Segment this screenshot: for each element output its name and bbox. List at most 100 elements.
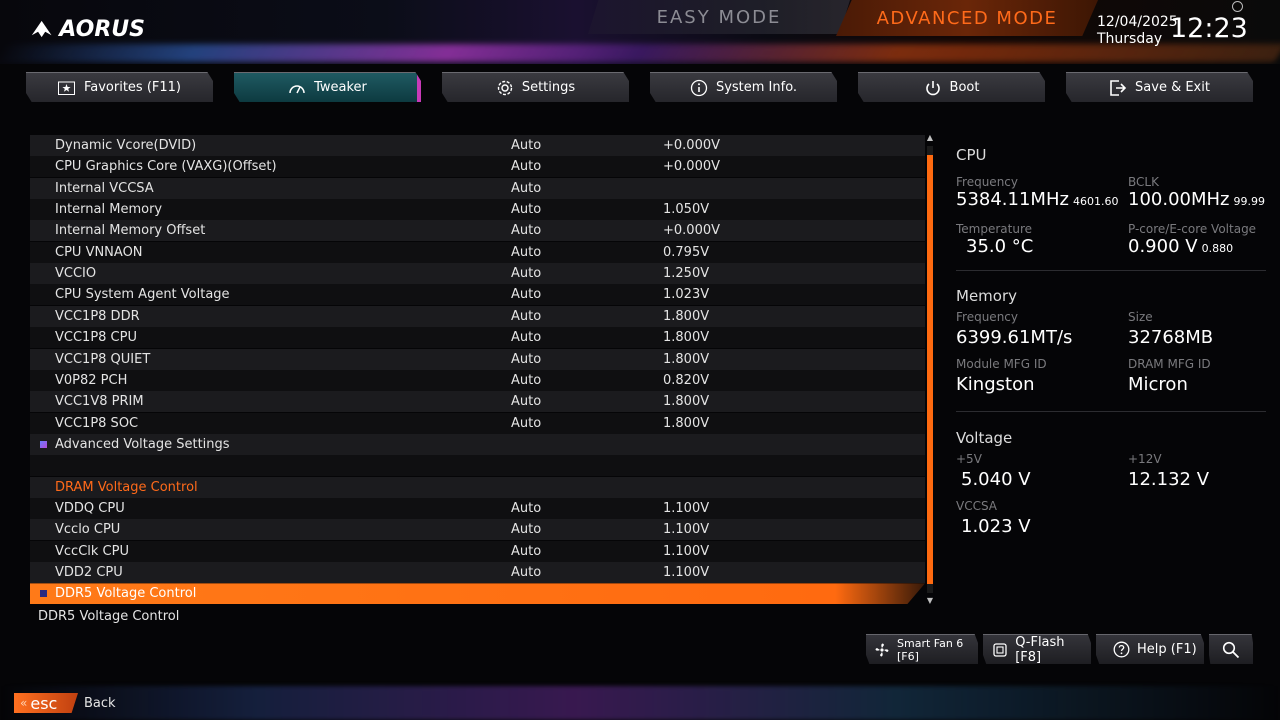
- scroll-down-arrow-icon[interactable]: ▼: [926, 597, 934, 605]
- setting-mode[interactable]: Auto: [511, 138, 541, 153]
- cpu-temperature-label: Temperature: [956, 222, 1033, 236]
- scroll-up-arrow-icon[interactable]: ▲: [926, 134, 934, 142]
- q-flash-button[interactable]: Q-Flash [F8]: [983, 634, 1091, 664]
- setting-name: VCC1P8 SOC: [55, 415, 139, 431]
- setting-mode[interactable]: Auto: [511, 266, 541, 281]
- chip-icon: [991, 641, 1008, 659]
- setting-row[interactable]: Vcclo CPU Auto 1.100V: [30, 519, 925, 541]
- setting-name: Advanced Voltage Settings: [55, 436, 230, 452]
- setting-mode[interactable]: Auto: [511, 159, 541, 174]
- setting-row[interactable]: VCC1P8 SOC Auto 1.800V: [30, 412, 925, 434]
- advanced-mode-button[interactable]: ADVANCED MODE: [836, 0, 1098, 36]
- setting-row[interactable]: VCC1P8 CPU Auto 1.800V: [30, 327, 925, 349]
- setting-name: VCC1P8 QUIET: [55, 351, 151, 367]
- dram-mfg-label: DRAM MFG ID: [1128, 357, 1211, 371]
- setting-mode[interactable]: Auto: [511, 416, 541, 431]
- setting-name: Internal VCCSA: [55, 180, 154, 196]
- submenu-item[interactable]: Advanced Voltage Settings: [30, 433, 925, 455]
- tab-settings[interactable]: Settings: [442, 72, 629, 102]
- setting-row[interactable]: V0P82 PCH Auto 0.820V: [30, 369, 925, 391]
- setting-row[interactable]: CPU VNNAON Auto 0.795V: [30, 241, 925, 263]
- setting-value: 1.100V: [663, 500, 710, 516]
- setting-value: 0.795V: [663, 244, 710, 260]
- button-label: Q-Flash [F8]: [1015, 634, 1065, 665]
- bclk-sub: 99.99: [1233, 195, 1266, 208]
- setting-name: VCC1P8 DDR: [55, 308, 140, 324]
- setting-row[interactable]: CPU Graphics Core (VAXG)(Offset) Auto +0.0…: [30, 156, 925, 178]
- setting-value: 1.050V: [663, 202, 710, 218]
- smart-fan-button[interactable]: Smart Fan 6 [F6]: [866, 634, 978, 664]
- setting-mode[interactable]: Auto: [511, 373, 541, 388]
- setting-row[interactable]: VDDQ CPU Auto 1.100V: [30, 497, 925, 519]
- search-button[interactable]: [1209, 634, 1253, 664]
- setting-row[interactable]: CPU System Agent Voltage Auto 1.023V: [30, 284, 925, 306]
- setting-row[interactable]: VCC1P8 QUIET Auto 1.800V: [30, 348, 925, 370]
- tab-tweaker[interactable]: Tweaker: [234, 72, 421, 102]
- tab-label: Settings: [521, 80, 576, 95]
- tab-save-exit[interactable]: Save & Exit: [1066, 72, 1253, 102]
- setting-row[interactable]: VDD2 CPU Auto 1.100V: [30, 562, 925, 583]
- setting-value: 1.100V: [663, 543, 710, 559]
- scrollbar[interactable]: ▲ ▼: [926, 134, 934, 605]
- settings-gear-icon[interactable]: [1232, 1, 1243, 12]
- help-button[interactable]: Help (F1): [1096, 634, 1204, 664]
- esc-back-button[interactable]: « esc Back: [14, 693, 116, 713]
- submenu-bullet-icon: [40, 440, 47, 448]
- scroll-thumb[interactable]: [927, 154, 933, 585]
- v5-value: 5.040 V: [961, 469, 1031, 490]
- cpu-frequency-value: 5384.11MHz 4601.60: [956, 189, 1118, 210]
- tab-label: Tweaker: [314, 80, 367, 95]
- setting-row[interactable]: VccClk CPU Auto 1.100V: [30, 540, 925, 562]
- setting-row[interactable]: VCC1P8 DDR Auto 1.800V: [30, 305, 925, 327]
- cpu-frequency-sub: 4601.60: [1072, 195, 1119, 208]
- info-divider: [956, 411, 1266, 412]
- setting-row[interactable]: VCC1V8 PRIM Auto 1.800V: [30, 391, 925, 413]
- v12-value: 12.132 V: [1128, 469, 1210, 490]
- setting-mode[interactable]: Auto: [511, 223, 541, 238]
- setting-value: 0.820V: [663, 372, 710, 388]
- setting-mode[interactable]: Auto: [511, 544, 541, 559]
- double-chevron-left-icon: «: [20, 696, 28, 710]
- tab-boot[interactable]: Boot: [858, 72, 1045, 102]
- memory-frequency-value: 6399.61MT/s: [956, 327, 1073, 348]
- setting-value: 1.250V: [663, 266, 710, 282]
- setting-row[interactable]: Internal Memory Auto 1.050V: [30, 199, 925, 221]
- tab-favorites[interactable]: Favorites (F11): [26, 72, 213, 102]
- core-voltage-label: P-core/E-core Voltage: [1128, 222, 1257, 236]
- cpu-title: CPU: [956, 146, 987, 164]
- tab-label: Boot: [949, 80, 980, 95]
- setting-row[interactable]: Internal Memory Offset Auto +0.000V: [30, 220, 925, 242]
- setting-mode[interactable]: Auto: [511, 309, 541, 324]
- easy-mode-button[interactable]: EASY MODE: [588, 0, 850, 34]
- setting-mode[interactable]: Auto: [511, 287, 541, 302]
- setting-row[interactable]: Dynamic Vcore(DVID) Auto +0.000V: [30, 135, 925, 156]
- easy-mode-label: EASY MODE: [656, 6, 782, 28]
- setting-row[interactable]: Internal VCCSA Auto: [30, 177, 925, 199]
- setting-mode[interactable]: Auto: [511, 202, 541, 217]
- tab-system-info[interactable]: System Info.: [650, 72, 837, 102]
- gear-icon: [496, 79, 514, 97]
- setting-mode[interactable]: Auto: [511, 245, 541, 260]
- setting-mode[interactable]: Auto: [511, 181, 541, 196]
- setting-mode[interactable]: Auto: [511, 352, 541, 367]
- setting-name: CPU System Agent Voltage: [55, 287, 230, 303]
- cpu-frequency: 5384.11MHz: [956, 189, 1069, 210]
- dram-mfg-value: Micron: [1128, 374, 1188, 395]
- date-block: 12/04/2025 Thursday: [1097, 14, 1178, 48]
- setting-mode[interactable]: Auto: [511, 394, 541, 409]
- setting-mode[interactable]: Auto: [511, 501, 541, 516]
- setting-row: [30, 455, 925, 477]
- item-help-text: DDR5 Voltage Control: [38, 609, 180, 624]
- core-voltage: 0.900 V: [1128, 236, 1198, 257]
- submenu-item[interactable]: DDR5 Voltage Control: [30, 583, 925, 605]
- esc-key[interactable]: « esc: [14, 693, 78, 713]
- setting-row[interactable]: VCCIO Auto 1.250V: [30, 263, 925, 285]
- setting-mode[interactable]: Auto: [511, 565, 541, 580]
- voltage-title: Voltage: [956, 429, 1013, 447]
- setting-mode[interactable]: Auto: [511, 522, 541, 537]
- back-label: Back: [84, 695, 116, 711]
- footer-light-streak: [0, 686, 1280, 720]
- scroll-rail[interactable]: [927, 146, 933, 593]
- setting-mode[interactable]: Auto: [511, 330, 541, 345]
- v12-label: +12V: [1128, 452, 1162, 466]
